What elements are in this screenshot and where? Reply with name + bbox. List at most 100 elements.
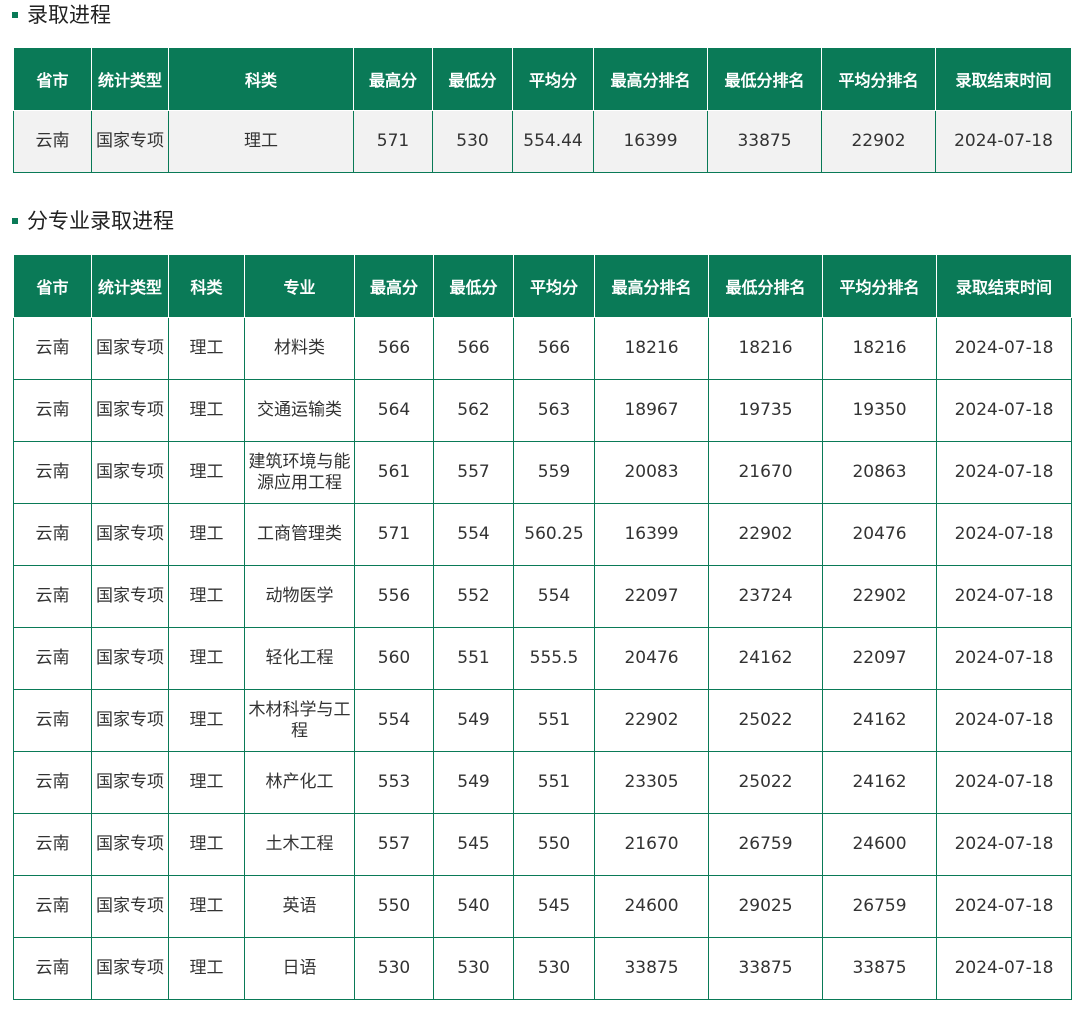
table-cell: 29025 [708, 875, 823, 938]
column-header: 科类 [168, 254, 245, 318]
section-title-text: 分专业录取进程 [27, 209, 174, 233]
table-cell: 云南 [13, 751, 92, 814]
table-cell: 2024-07-18 [936, 441, 1072, 504]
table-cell: 国家专项 [91, 751, 169, 814]
table-cell: 18216 [822, 317, 937, 380]
column-header: 平均分 [512, 47, 594, 111]
table-cell: 2024-07-18 [936, 627, 1072, 690]
table-cell: 559 [513, 441, 595, 504]
table-cell: 554.44 [512, 110, 594, 173]
column-header: 录取结束时间 [936, 254, 1072, 318]
column-header: 最低分 [433, 254, 514, 318]
table-cell: 2024-07-18 [936, 565, 1072, 628]
table-cell: 563 [513, 379, 595, 442]
table-cell: 554 [433, 503, 514, 566]
table-cell: 云南 [13, 875, 92, 938]
table-cell: 轻化工程 [244, 627, 355, 690]
table-cell: 土木工程 [244, 813, 355, 876]
table-cell: 557 [433, 441, 514, 504]
table-cell: 19350 [822, 379, 937, 442]
table-cell: 工商管理类 [244, 503, 355, 566]
table-cell: 554 [354, 689, 434, 752]
column-header: 省市 [13, 254, 92, 318]
table-cell: 24162 [822, 689, 937, 752]
table-cell: 555.5 [513, 627, 595, 690]
table-cell: 云南 [13, 689, 92, 752]
table-cell: 国家专项 [91, 627, 169, 690]
table-cell: 理工 [168, 110, 354, 173]
table-cell: 33875 [708, 937, 823, 1000]
table-cell: 国家专项 [91, 379, 169, 442]
table-cell: 564 [354, 379, 434, 442]
table-cell: 540 [433, 875, 514, 938]
column-header: 平均分排名 [822, 254, 937, 318]
table-cell: 24600 [594, 875, 709, 938]
table-cell: 国家专项 [91, 441, 169, 504]
table-cell: 549 [433, 689, 514, 752]
section-title-text: 录取进程 [27, 3, 111, 27]
table-cell: 20476 [594, 627, 709, 690]
section-title-major-progress: 分专业录取进程 [12, 207, 174, 235]
table-cell: 日语 [244, 937, 355, 1000]
table-row: 云南 国家专项 理工 571 530 554.44 16399 33875 22902 2024-… [13, 110, 1072, 173]
table-cell: 18216 [594, 317, 709, 380]
major-admission-table: 省市 统计类型 科类 专业 最高分 最低分 平均分 最高分排名 最低分排名 平均分排名 录取结束时间… [13, 254, 1072, 1000]
table-cell: 英语 [244, 875, 355, 938]
table-row: 云南 国家专项 理工 英语 550 540 545 24600 29025 26759 2024-0… [13, 875, 1072, 938]
table-cell: 530 [433, 937, 514, 1000]
table-cell: 22902 [594, 689, 709, 752]
table-cell: 571 [353, 110, 433, 173]
table-cell: 19735 [708, 379, 823, 442]
table-cell: 国家专项 [91, 937, 169, 1000]
table-cell: 16399 [594, 503, 709, 566]
table-cell: 21670 [594, 813, 709, 876]
column-header: 平均分 [513, 254, 595, 318]
table-cell: 571 [354, 503, 434, 566]
table-cell: 云南 [13, 379, 92, 442]
table-cell: 2024-07-18 [936, 503, 1072, 566]
table-cell: 553 [354, 751, 434, 814]
table-cell: 556 [354, 565, 434, 628]
section-title-admission-progress: 录取进程 [12, 1, 111, 29]
table-cell: 552 [433, 565, 514, 628]
table-cell: 国家专项 [91, 110, 169, 173]
table-cell: 24162 [708, 627, 823, 690]
table-cell: 2024-07-18 [936, 689, 1072, 752]
admission-summary-table: 省市 统计类型 科类 最高分 最低分 平均分 最高分排名 最低分排名 平均分排名 录取结束时间 云… [13, 47, 1072, 173]
table-cell: 26759 [708, 813, 823, 876]
table-cell: 云南 [13, 503, 92, 566]
table-cell: 2024-07-18 [936, 379, 1072, 442]
column-header: 最高分排名 [594, 254, 709, 318]
column-header: 平均分排名 [821, 47, 936, 111]
table-cell: 545 [433, 813, 514, 876]
table-cell: 561 [354, 441, 434, 504]
table-cell: 26759 [822, 875, 937, 938]
table-cell: 22902 [821, 110, 936, 173]
table-cell: 22097 [822, 627, 937, 690]
table-cell: 理工 [168, 751, 245, 814]
table-cell: 23724 [708, 565, 823, 628]
table-cell: 理工 [168, 317, 245, 380]
table-cell: 理工 [168, 875, 245, 938]
table-cell: 550 [513, 813, 595, 876]
table-cell: 动物医学 [244, 565, 355, 628]
table-cell: 材料类 [244, 317, 355, 380]
table-row: 云南 国家专项 理工 日语 530 530 530 33875 33875 33875 2024-0… [13, 937, 1072, 1000]
table-cell: 理工 [168, 441, 245, 504]
table-cell: 理工 [168, 379, 245, 442]
table-cell: 国家专项 [91, 813, 169, 876]
column-header: 统计类型 [91, 47, 169, 111]
table-cell: 国家专项 [91, 875, 169, 938]
table-cell: 2024-07-18 [936, 751, 1072, 814]
table-row: 云南 国家专项 理工 木材科学与工程 554 549 551 22902 25022 24162 2… [13, 689, 1072, 752]
table-cell: 21670 [708, 441, 823, 504]
column-header: 最高分排名 [593, 47, 708, 111]
column-header: 最低分排名 [707, 47, 822, 111]
table-cell: 557 [354, 813, 434, 876]
table-cell: 18216 [708, 317, 823, 380]
table-cell: 云南 [13, 317, 92, 380]
table-cell: 2024-07-18 [935, 110, 1072, 173]
table-cell: 2024-07-18 [936, 317, 1072, 380]
table-cell: 22097 [594, 565, 709, 628]
table-cell: 国家专项 [91, 565, 169, 628]
